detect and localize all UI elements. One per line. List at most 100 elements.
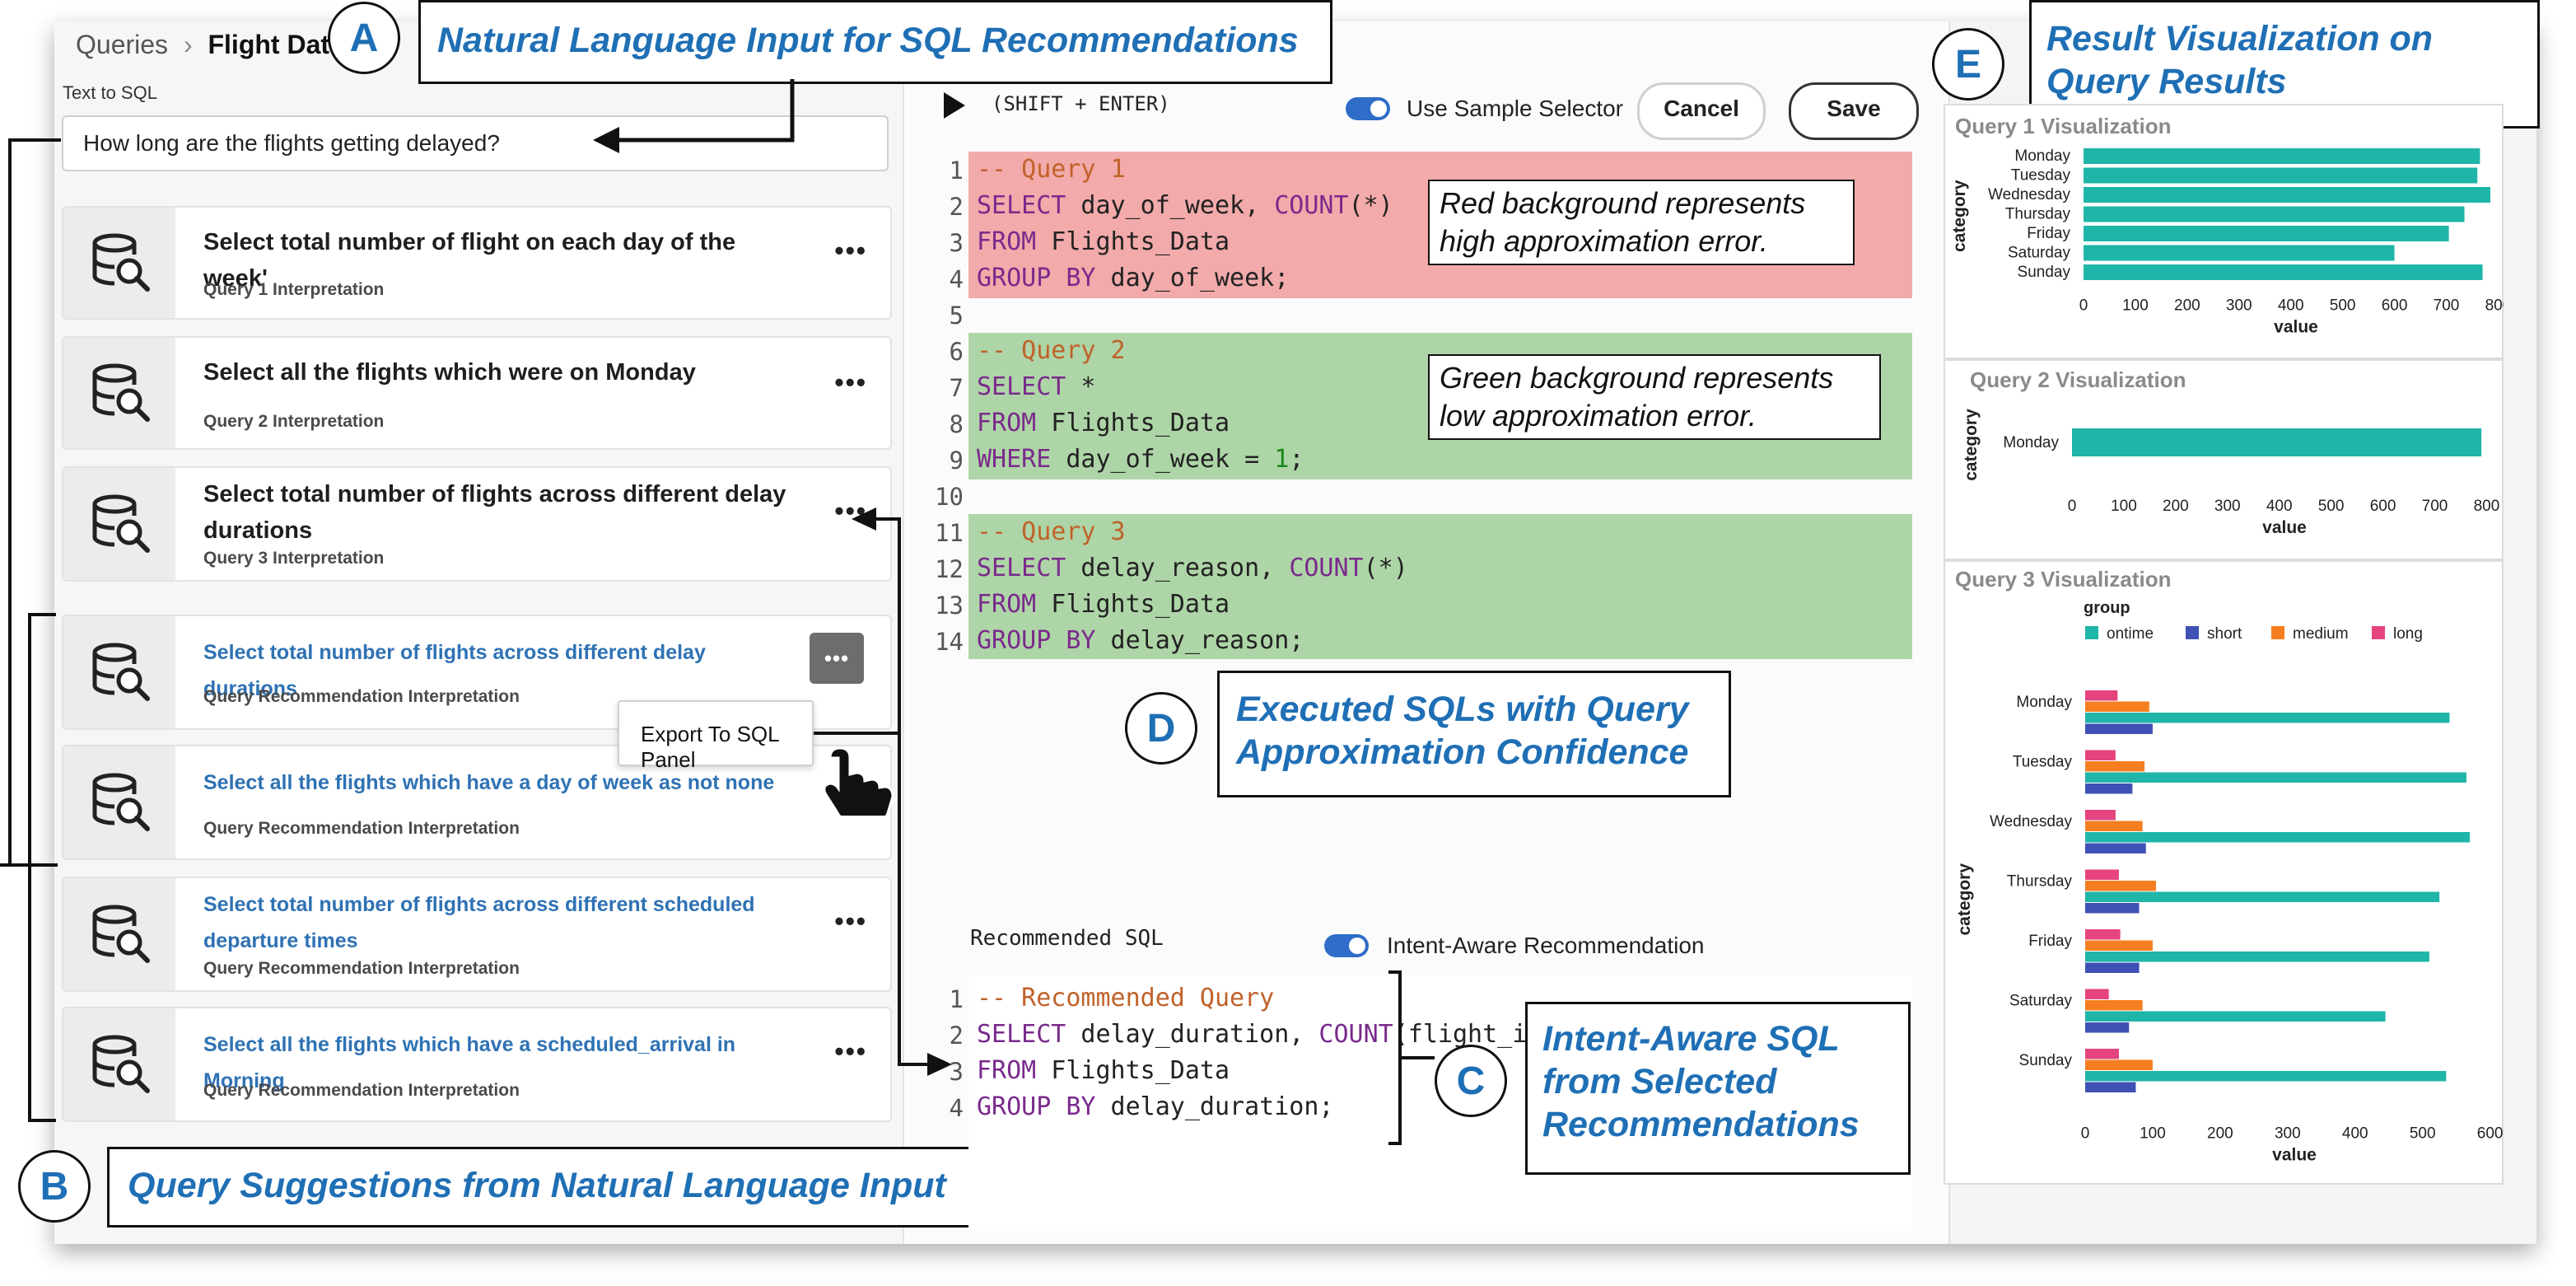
- y-tick-label: Tuesday: [2011, 167, 2071, 185]
- x-tick-label: 0: [2079, 297, 2088, 315]
- x-axis-label: value: [2274, 318, 2318, 337]
- database-search-icon: [92, 905, 150, 963]
- callout-e-text: Result Visualization on Query Results: [2046, 19, 2434, 101]
- card-icon-box: [63, 338, 175, 448]
- line-number: 6: [949, 338, 964, 366]
- recommendation-card-4[interactable]: Select all the flights which have a sche…: [62, 1007, 892, 1122]
- query2-vis-title: Query 2 Visualization: [1970, 367, 2186, 392]
- callout-b: Query Suggestions from Natural Language …: [107, 1147, 990, 1228]
- bar: [2085, 1059, 2153, 1070]
- line-number: 4: [949, 1094, 964, 1122]
- bracket-recommendations: [28, 613, 56, 1122]
- sql-line: FROM Flights_Data: [977, 409, 1230, 437]
- x-tick-label: 100: [2111, 498, 2137, 515]
- callout-letter-a: A: [328, 2, 400, 74]
- x-axis-label: value: [2272, 1146, 2317, 1165]
- x-tick-label: 400: [2278, 297, 2304, 315]
- x-tick-label: 100: [2140, 1125, 2166, 1143]
- cancel-button[interactable]: Cancel: [1637, 82, 1766, 140]
- query1-vis-title: Query 1 Visualization: [1955, 114, 2172, 138]
- x-tick-label: 500: [2330, 297, 2356, 315]
- x-tick-label: 400: [2266, 498, 2293, 515]
- x-tick-label: 600: [2382, 297, 2408, 315]
- sql-line: SELECT *: [977, 372, 1096, 401]
- bar: [2085, 1022, 2130, 1033]
- save-button[interactable]: Save: [1789, 82, 1919, 140]
- x-tick-label: 600: [2477, 1125, 2504, 1143]
- bar: [2085, 690, 2118, 701]
- line-number: 9: [949, 447, 964, 475]
- database-search-icon: [92, 494, 150, 553]
- suggestion-card-1[interactable]: Select total number of flight on each da…: [62, 206, 892, 320]
- bar: [2085, 881, 2157, 891]
- intent-aware-toggle[interactable]: [1324, 934, 1369, 957]
- x-tick-label: 100: [2122, 297, 2149, 315]
- line-number: 5: [949, 302, 964, 330]
- suggestion-card-2[interactable]: Select all the flights which were on Mon…: [62, 336, 892, 450]
- x-axis-label: value: [2262, 518, 2307, 537]
- bar: [2085, 929, 2121, 940]
- run-button[interactable]: [944, 92, 965, 119]
- card-subtitle: Query Recommendation Interpretation: [203, 1081, 520, 1100]
- card-icon-box: [63, 878, 175, 990]
- bar: [2085, 821, 2143, 831]
- line-number: 2: [949, 193, 964, 221]
- more-options-icon[interactable]: •••: [834, 236, 867, 266]
- y-tick-label: Saturday: [2009, 993, 2073, 1010]
- sample-selector-label: Use Sample Selector: [1407, 96, 1624, 121]
- recommendation-card-3[interactable]: Select total number of flights across di…: [62, 877, 892, 992]
- line-number: 7: [949, 374, 964, 402]
- sample-selector-toggle[interactable]: [1346, 97, 1390, 120]
- bar: [2072, 428, 2482, 456]
- breadcrumb-separator: ›: [183, 30, 193, 59]
- query2-chart: Monday 0 100 200 300 400 500 600 700 800 value cate…: [1962, 409, 2500, 537]
- export-to-sql-label: Export To SQL Panel: [641, 722, 779, 772]
- bar: [2084, 167, 2478, 184]
- y-tick-label: Sunday: [2019, 1052, 2073, 1069]
- card-subtitle: Query Recommendation Interpretation: [203, 687, 520, 706]
- bar: [2085, 952, 2429, 962]
- sql-line: GROUP BY delay_duration;: [977, 1092, 1334, 1121]
- query1-chart: Monday TuesdayWednesday Thursday Friday Satu…: [1950, 147, 2504, 337]
- more-options-icon[interactable]: •••: [834, 367, 867, 398]
- sql-line: FROM Flights_Data: [977, 1056, 1230, 1085]
- card-icon-box: [63, 468, 175, 580]
- bar: [2085, 940, 2153, 951]
- y-tick-label: Tuesday: [2013, 754, 2073, 771]
- line-number: 4: [949, 265, 964, 293]
- callout-letter-c: C: [1435, 1045, 1507, 1117]
- bar: [2085, 723, 2153, 734]
- x-tick-label: 500: [2318, 498, 2345, 515]
- sql-line: SELECT day_of_week, COUNT(*): [977, 191, 1393, 220]
- sql-line: GROUP BY day_of_week;: [977, 264, 1290, 292]
- y-tick-label: Monday: [2003, 434, 2059, 451]
- breadcrumb-root[interactable]: Queries: [76, 30, 168, 59]
- export-to-sql-menu-item[interactable]: Export To SQL Panel: [618, 700, 814, 772]
- bar: [2085, 1000, 2143, 1011]
- query3-vis-title: Query 3 Visualization: [1955, 567, 2172, 592]
- high-error-note: Red background represents high approxima…: [1428, 180, 1855, 265]
- bar: [2085, 891, 2440, 902]
- legend-label: ontime: [2107, 625, 2154, 643]
- database-search-icon: [92, 773, 150, 831]
- y-tick-label: Monday: [2016, 694, 2072, 711]
- recommended-sql-label: Recommended SQL: [970, 926, 1164, 951]
- card-title: Select total number of flights across di…: [203, 481, 786, 544]
- card-subtitle: Query 1 Interpretation: [203, 280, 385, 299]
- y-tick-label: Saturday: [2008, 245, 2071, 262]
- x-tick-label: 0: [2068, 498, 2077, 515]
- x-tick-label: 300: [2214, 498, 2241, 515]
- database-search-icon: [92, 233, 150, 292]
- bar: [2085, 772, 2466, 783]
- sql-line: GROUP BY delay_reason;: [977, 626, 1304, 655]
- sql-line: FROM Flights_Data: [977, 227, 1230, 256]
- breadcrumb-current: Flight Data: [208, 30, 344, 59]
- callout-letter-b: B: [18, 1150, 91, 1223]
- callout-d: Executed SQLs with Query Approximation C…: [1217, 671, 1731, 797]
- sql-line: -- Query 2: [977, 336, 1126, 365]
- suggestion-card-3[interactable]: Select total number of flights across di…: [62, 466, 892, 582]
- bar: [2085, 989, 2109, 999]
- x-tick-label: 800: [2474, 498, 2500, 515]
- breadcrumb: Queries › Flight Data: [76, 30, 344, 60]
- card-subtitle: Query 2 Interpretation: [203, 412, 385, 431]
